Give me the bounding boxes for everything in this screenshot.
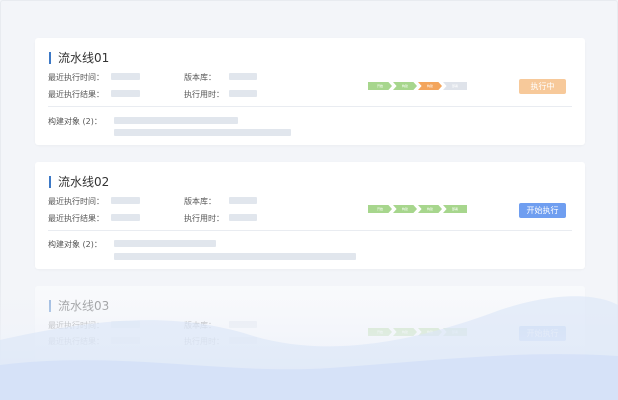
title-accent-bar bbox=[49, 300, 51, 312]
stage-step: 开始 bbox=[368, 82, 392, 90]
pipeline-card[interactable]: 流水线01 最近执行时间： 版本库： 最近执行结果： 执行用时： 开始 构建 构… bbox=[35, 38, 585, 145]
last-run-time-value bbox=[111, 73, 140, 80]
running-button[interactable]: 执行中 bbox=[519, 79, 566, 94]
stage-step: 构建 bbox=[393, 205, 417, 213]
last-result-label: 最近执行结果： bbox=[48, 337, 104, 346]
duration-value bbox=[229, 90, 257, 97]
duration-label: 执行用时： bbox=[184, 337, 224, 346]
pipeline-stages: 开始 构建 构建 部署 bbox=[368, 328, 467, 336]
repo-label: 版本库： bbox=[184, 197, 216, 206]
stage-step: 部署 bbox=[443, 82, 467, 90]
duration-label: 执行用时： bbox=[184, 90, 224, 99]
title-accent-bar bbox=[49, 52, 51, 64]
build-object-item bbox=[114, 240, 216, 247]
build-object-item bbox=[114, 253, 356, 260]
stage-step: 构建 bbox=[418, 82, 442, 90]
last-result-value bbox=[111, 337, 140, 344]
pipeline-card[interactable]: 流水线02 最近执行时间： 版本库： 最近执行结果： 执行用时： 开始 构建 构… bbox=[35, 162, 585, 269]
divider bbox=[48, 106, 572, 107]
last-run-time-label: 最近执行时间： bbox=[48, 321, 104, 330]
duration-value bbox=[229, 214, 257, 221]
last-run-time-label: 最近执行时间： bbox=[48, 73, 104, 82]
build-object-item bbox=[114, 129, 291, 136]
title-accent-bar bbox=[49, 176, 51, 188]
last-result-value bbox=[111, 90, 140, 97]
last-result-label: 最近执行结果： bbox=[48, 90, 104, 99]
start-button[interactable]: 开始执行 bbox=[519, 203, 566, 218]
pipeline-stages: 开始 构建 构建 部署 bbox=[368, 205, 467, 213]
stage-step: 构建 bbox=[393, 328, 417, 336]
divider bbox=[48, 230, 572, 231]
duration-value bbox=[229, 337, 257, 344]
stage-step: 开始 bbox=[368, 205, 392, 213]
stage-step: 构建 bbox=[418, 205, 442, 213]
repo-value bbox=[229, 321, 257, 328]
build-objects-label: 构建对象 (2)： bbox=[48, 240, 102, 249]
pipeline-title[interactable]: 流水线01 bbox=[58, 49, 109, 66]
last-result-value bbox=[111, 214, 140, 221]
stage-step: 部署 bbox=[443, 328, 467, 336]
build-objects-label: 构建对象 (2)： bbox=[48, 117, 102, 126]
last-run-time-label: 最近执行时间： bbox=[48, 197, 104, 206]
repo-value bbox=[229, 197, 257, 204]
stage-step: 构建 bbox=[418, 328, 442, 336]
pipeline-title[interactable]: 流水线02 bbox=[58, 173, 109, 190]
stage-step: 构建 bbox=[393, 82, 417, 90]
repo-label: 版本库： bbox=[184, 73, 216, 82]
repo-label: 版本库： bbox=[184, 321, 216, 330]
last-run-time-value bbox=[111, 197, 140, 204]
last-run-time-value bbox=[111, 321, 140, 328]
stage-step: 部署 bbox=[443, 205, 467, 213]
pipeline-card[interactable]: 流水线03 最近执行时间： 版本库： 最近执行结果： 执行用时： 开始 构建 构… bbox=[35, 286, 585, 376]
stage-step: 开始 bbox=[368, 328, 392, 336]
build-object-item bbox=[114, 117, 238, 124]
pipeline-stages: 开始 构建 构建 部署 bbox=[368, 82, 467, 90]
repo-value bbox=[229, 73, 257, 80]
last-result-label: 最近执行结果： bbox=[48, 214, 104, 223]
pipeline-title[interactable]: 流水线03 bbox=[58, 297, 109, 314]
start-button[interactable]: 开始执行 bbox=[519, 326, 566, 341]
duration-label: 执行用时： bbox=[184, 214, 224, 223]
